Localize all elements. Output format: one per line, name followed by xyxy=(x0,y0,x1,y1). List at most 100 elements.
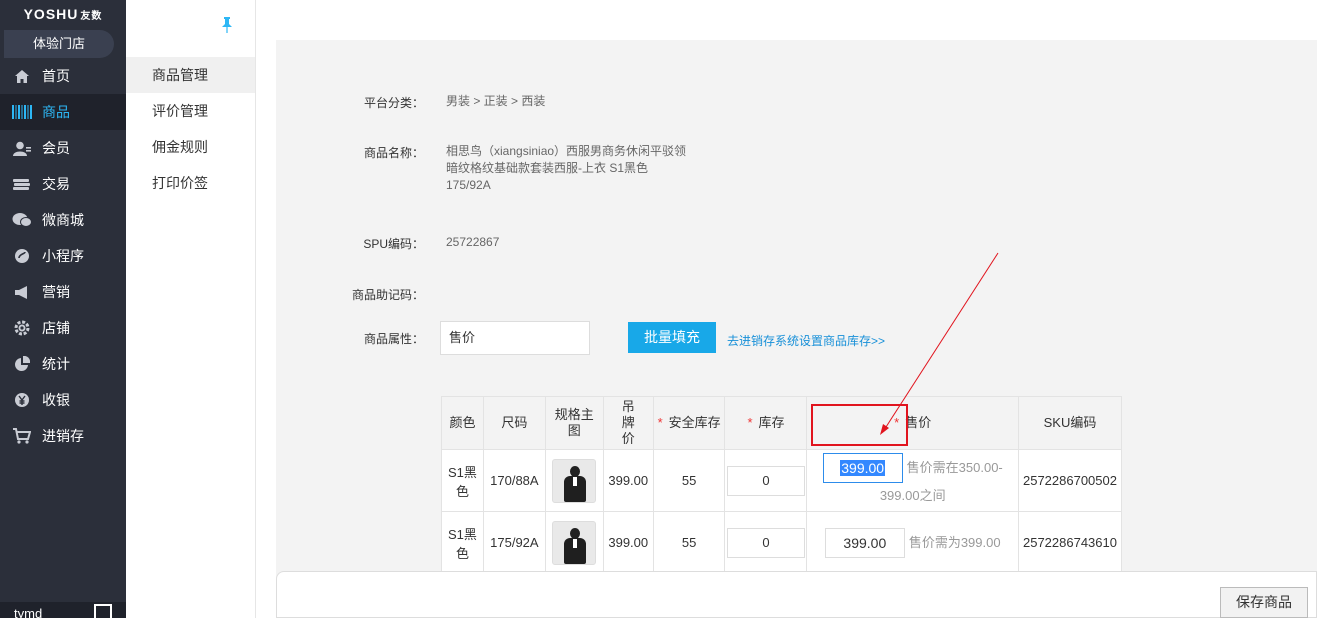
product-name-line: 暗纹格纹基础款套装西服-上衣 S1黑色 xyxy=(446,161,649,175)
brand-logo: YOSHU 友数 xyxy=(0,0,126,28)
cell-color: S1黑色 xyxy=(441,511,484,574)
coins-icon xyxy=(12,175,32,193)
miniapp-icon xyxy=(12,247,32,265)
header-sku: SKU编码 xyxy=(1017,396,1123,450)
stock-input[interactable]: 0 xyxy=(726,527,805,558)
submenu-review-management[interactable]: 评价管理 xyxy=(126,93,255,129)
nav-item-marketing[interactable]: 营销 xyxy=(0,274,126,310)
cell-tag-price: 399.00 xyxy=(602,449,654,512)
header-stock: * 库存 xyxy=(724,396,808,450)
nav-item-wechat-mall[interactable]: 微商城 xyxy=(0,202,126,238)
price-hint: 售价需为399.00 xyxy=(908,534,1001,550)
pin-icon[interactable] xyxy=(221,16,233,38)
main-sidebar: YOSHU 友数 体验门店 首页 商品 会员 交易 微商城 小程序 营销 店铺 … xyxy=(0,0,126,618)
price-wrap: 399.00 售价需在350.00- 399.00之间 xyxy=(807,452,1018,509)
table-row: S1黑色 170/88A 399.00 55 0 399.00 售价需在350.… xyxy=(441,449,1123,512)
user-name[interactable]: tymd xyxy=(14,606,42,618)
inventory-link[interactable]: 去进销存系统设置商品库存>> xyxy=(727,332,885,349)
nav-item-stats[interactable]: 统计 xyxy=(0,346,126,382)
cell-safe-stock: 55 xyxy=(652,449,726,512)
table-header-row: 颜色 尺码 规格主图 吊牌价 * 安全库存 * 库存 * 售价 SKU编码 xyxy=(441,396,1123,450)
header-color: 颜色 xyxy=(441,396,484,450)
category-label: 平台分类： xyxy=(363,96,424,110)
nav-item-home[interactable]: 首页 xyxy=(0,58,126,94)
yuan-icon xyxy=(12,391,32,409)
nav-label: 营销 xyxy=(42,284,70,300)
cell-price: 399.00 售价需为399.00 xyxy=(806,511,1019,574)
cell-sku: 2572286700502 xyxy=(1017,449,1123,512)
home-icon xyxy=(12,67,32,85)
nav-item-goods[interactable]: 商品 xyxy=(0,94,126,130)
sku-table: 颜色 尺码 规格主图 吊牌价 * 安全库存 * 库存 * 售价 SKU编码 S1黑色 … xyxy=(441,396,1123,574)
product-name-line: 175/92A xyxy=(446,178,491,192)
product-form: 平台分类： 男装 > 正装 > 西装 商品名称： 相思鸟（xiangsiniao… xyxy=(276,40,1317,618)
nav-label: 交易 xyxy=(42,176,70,192)
attribute-label: 商品属性： xyxy=(363,332,424,346)
product-name-line: 相思鸟（xiangsiniao）西服男商务休闲平驳领 xyxy=(446,144,687,158)
nav-item-miniapp[interactable]: 小程序 xyxy=(0,238,126,274)
nav-label: 店铺 xyxy=(42,320,70,336)
main-area: 平台分类： 男装 > 正装 > 西装 商品名称： 相思鸟（xiangsiniao… xyxy=(256,0,1317,618)
price-hint-line2: 399.00之间 xyxy=(879,487,946,503)
logout-icon[interactable] xyxy=(94,604,112,618)
nav-label: 会员 xyxy=(42,140,70,156)
member-icon xyxy=(12,139,32,157)
nav-item-trade[interactable]: 交易 xyxy=(0,166,126,202)
nav-item-shop[interactable]: 店铺 xyxy=(0,310,126,346)
brand-sub: 友数 xyxy=(80,11,103,22)
price-input-text: 399.00 xyxy=(840,459,886,476)
product-name-label: 商品名称： xyxy=(363,146,424,160)
barcode-icon xyxy=(12,103,32,121)
save-product-button[interactable]: 保存商品 xyxy=(1220,587,1308,618)
footer-bar: 保存商品 xyxy=(276,571,1317,618)
cell-tag-price: 399.00 xyxy=(602,511,654,574)
price-input[interactable]: 399.00 xyxy=(824,527,905,558)
spu-value: 25722867 xyxy=(446,235,500,249)
table-row: S1黑色 175/92A 399.00 55 0 399.00 售价需为399.… xyxy=(441,511,1123,574)
cell-stock: 0 xyxy=(724,449,808,512)
price-input[interactable]: 399.00 xyxy=(822,452,903,483)
nav-label: 统计 xyxy=(42,356,70,372)
product-thumbnail[interactable] xyxy=(552,520,597,565)
brand-name: YOSHU xyxy=(23,6,79,22)
nav-item-cashier[interactable]: 收银 xyxy=(0,382,126,418)
wechat-icon xyxy=(12,211,32,229)
cell-size: 175/92A xyxy=(482,511,546,574)
cell-image xyxy=(544,449,604,512)
price-wrap: 399.00 售价需为399.00 xyxy=(807,527,1018,558)
pie-icon xyxy=(12,355,32,373)
gear-icon xyxy=(12,319,32,337)
required-mark: * xyxy=(894,415,900,430)
cell-size: 170/88A xyxy=(482,449,546,512)
attribute-select[interactable]: 售价 xyxy=(440,321,590,355)
price-hint: 售价需在350.00- xyxy=(906,459,1003,475)
submenu-print-price-tag[interactable]: 打印价签 xyxy=(126,165,255,201)
cell-color: S1黑色 xyxy=(441,449,484,512)
submenu-commission-rules[interactable]: 佣金规则 xyxy=(126,129,255,165)
stock-input[interactable]: 0 xyxy=(726,465,805,496)
megaphone-icon xyxy=(12,283,32,301)
cell-price: 399.00 售价需在350.00- 399.00之间 xyxy=(806,449,1019,512)
header-size: 尺码 xyxy=(482,396,546,450)
header-price: * 售价 xyxy=(806,396,1019,450)
cell-sku: 2572286743610 xyxy=(1017,511,1123,574)
cell-safe-stock: 55 xyxy=(652,511,726,574)
batch-fill-button[interactable]: 批量填充 xyxy=(628,322,716,353)
nav-item-inventory[interactable]: 进销存 xyxy=(0,418,126,454)
product-name-value: 相思鸟（xiangsiniao）西服男商务休闲平驳领 暗纹格纹基础款套装西服-上… xyxy=(446,143,686,194)
nav-label: 进销存 xyxy=(42,428,84,444)
nav-label: 商品 xyxy=(42,104,70,120)
cell-image xyxy=(544,511,604,574)
required-mark: * xyxy=(747,415,753,430)
cart-icon xyxy=(12,427,32,445)
product-thumbnail[interactable] xyxy=(552,458,597,503)
spu-label: SPU编码： xyxy=(363,237,424,251)
submenu-goods-management[interactable]: 商品管理 xyxy=(126,57,255,93)
store-selector[interactable]: 体验门店 xyxy=(4,30,114,58)
nav-label: 小程序 xyxy=(42,248,84,264)
cell-stock: 0 xyxy=(724,511,808,574)
header-tag-price: 吊牌价 xyxy=(602,396,654,450)
nav-item-member[interactable]: 会员 xyxy=(0,130,126,166)
nav-label: 首页 xyxy=(42,68,70,84)
header-image: 规格主图 xyxy=(544,396,604,450)
